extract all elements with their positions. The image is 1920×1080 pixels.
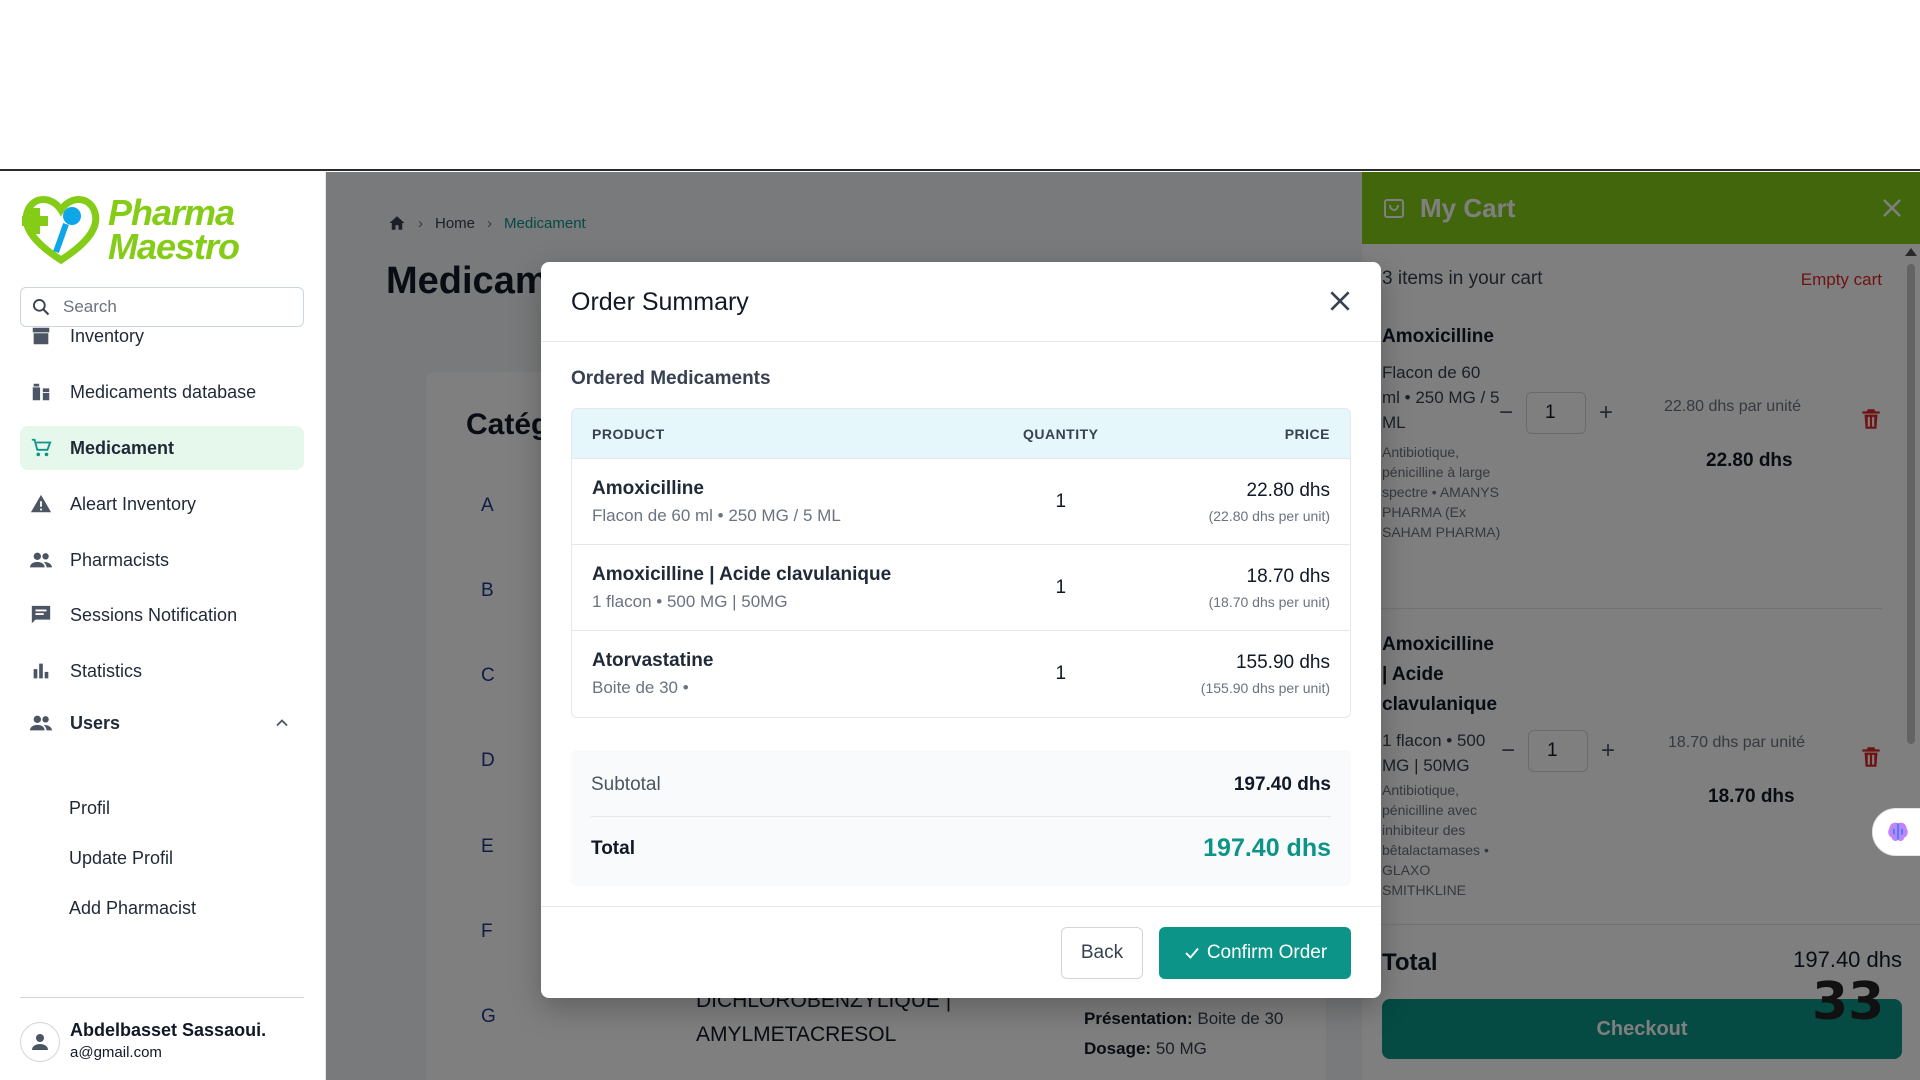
product-price: 18.70 dhs xyxy=(1246,565,1330,587)
modal-title: Order Summary xyxy=(571,288,749,316)
confirm-order-label: Confirm Order xyxy=(1206,942,1328,963)
column-header-quantity: QUANTITY xyxy=(1022,425,1099,442)
sidebar-subitem-add-pharmacist[interactable]: Add Pharmacist xyxy=(69,898,196,919)
user-email: a@gmail.com xyxy=(70,1044,162,1061)
sidebar-item-sessions-notification[interactable]: Sessions Notification xyxy=(20,593,304,637)
back-button[interactable]: Back xyxy=(1061,927,1143,979)
product-quantity: 1 xyxy=(1055,663,1067,684)
sidebar-item-pharmacists[interactable]: Pharmacists xyxy=(20,538,304,582)
total-value: 197.40 dhs xyxy=(1203,834,1331,862)
sidebar-item-label: Users xyxy=(70,712,121,733)
user-name: Abdelbasset Sassaoui. xyxy=(70,1020,267,1040)
sidebar: Pharma Maestro Inventory Medicaments dat… xyxy=(0,172,326,1080)
modal-close-button[interactable] xyxy=(1327,288,1353,314)
order-summary-modal: Order Summary Ordered Medicaments PRODUC… xyxy=(541,262,1381,998)
sidebar-item-label: Medicaments database xyxy=(70,381,257,402)
subtotal-label: Subtotal xyxy=(591,774,661,795)
sidebar-item-inventory[interactable]: Inventory xyxy=(20,314,304,358)
person-icon xyxy=(32,1034,48,1050)
modal-footer: Back Confirm Order xyxy=(541,906,1381,998)
close-icon xyxy=(1330,291,1350,311)
overlay-badge: 33 xyxy=(1812,972,1885,1032)
table-header-row: PRODUCT QUANTITY PRICE xyxy=(572,409,1350,459)
sidebar-item-users[interactable]: Users xyxy=(20,701,304,745)
section-title: Ordered Medicaments xyxy=(571,368,771,389)
logo[interactable]: Pharma Maestro xyxy=(20,190,250,266)
confirm-order-button[interactable]: Confirm Order xyxy=(1159,927,1351,979)
sidebar-item-label: Pharmacists xyxy=(70,549,170,570)
archive-icon xyxy=(32,327,50,345)
product-quantity: 1 xyxy=(1055,490,1067,512)
product-details: Boite de 30 • xyxy=(592,678,689,697)
table-row: Amoxicilline Flacon de 60 ml • 250 MG / … xyxy=(572,459,1350,545)
product-name: Amoxicilline xyxy=(592,477,704,499)
brain-icon xyxy=(1888,822,1908,842)
modal-header: Order Summary xyxy=(541,262,1381,342)
medicine-icon xyxy=(32,383,50,401)
product-name: Atorvastatine xyxy=(592,650,714,671)
total-label: Total xyxy=(591,838,635,859)
sidebar-item-label: Medicament xyxy=(70,437,175,458)
column-header-product: PRODUCT xyxy=(592,425,665,442)
product-price: 155.90 dhs xyxy=(1235,652,1330,673)
assistant-button[interactable] xyxy=(1872,808,1920,856)
cart-icon xyxy=(31,438,52,457)
product-unit-price: (155.90 dhs per unit) xyxy=(1200,680,1330,696)
user-profile[interactable]: Abdelbasset Sassaoui. a@gmail.com xyxy=(20,1020,304,1070)
app-root: Pharma Maestro Inventory Medicaments dat… xyxy=(0,172,1920,1080)
product-unit-price: (22.80 dhs per unit) xyxy=(1208,507,1330,524)
sidebar-item-label: Inventory xyxy=(70,325,145,346)
order-summary-totals: Subtotal 197.40 dhs Total 197.40 dhs xyxy=(571,750,1351,886)
blank-top-area xyxy=(0,0,1920,171)
product-quantity: 1 xyxy=(1055,576,1067,598)
product-unit-price: (18.70 dhs per unit) xyxy=(1208,593,1330,610)
avatar xyxy=(20,1022,60,1062)
sidebar-item-label: Statistics xyxy=(70,660,143,681)
product-details: Flacon de 60 ml • 250 MG / 5 ML xyxy=(592,505,841,525)
check-icon xyxy=(1185,947,1199,959)
sidebar-item-medicaments-database[interactable]: Medicaments database xyxy=(20,370,304,414)
summary-divider xyxy=(591,816,1331,817)
sidebar-item-medicament[interactable]: Medicament xyxy=(20,426,304,470)
bar-chart-icon xyxy=(33,663,49,679)
people-icon xyxy=(30,715,52,731)
sidebar-subitem-update-profil[interactable]: Update Profil xyxy=(69,848,173,869)
subtotal-value: 197.40 dhs xyxy=(1233,774,1331,795)
sidebar-item-label: Aleart Inventory xyxy=(70,493,197,514)
sidebar-subitem-profil[interactable]: Profil xyxy=(69,798,110,819)
logo-line-1: Pharma xyxy=(108,192,235,233)
chevron-up-icon[interactable] xyxy=(272,713,292,733)
sidebar-divider xyxy=(20,997,304,998)
logo-heart-icon xyxy=(22,196,100,265)
product-price: 22.80 dhs xyxy=(1246,479,1330,501)
column-header-price: PRICE xyxy=(1284,425,1330,442)
logo-line-2: Maestro xyxy=(108,226,240,267)
chat-icon xyxy=(31,605,51,624)
product-details: 1 flacon • 500 MG | 50MG xyxy=(592,591,788,611)
table-row: Atorvastatine Boite de 30 • 1 155.90 dhs… xyxy=(572,631,1350,717)
warning-icon xyxy=(30,494,52,513)
sidebar-item-label: Sessions Notification xyxy=(70,604,238,625)
order-table: PRODUCT QUANTITY PRICE Amoxicilline Flac… xyxy=(571,408,1351,718)
sidebar-item-statistics[interactable]: Statistics xyxy=(20,649,304,693)
product-name: Amoxicilline | Acide clavulanique xyxy=(592,563,892,585)
logo-text: Pharma Maestro xyxy=(108,192,240,267)
people-icon xyxy=(30,552,52,568)
sidebar-item-aleart-inventory[interactable]: Aleart Inventory xyxy=(20,482,304,526)
table-row: Amoxicilline | Acide clavulanique 1 flac… xyxy=(572,545,1350,631)
